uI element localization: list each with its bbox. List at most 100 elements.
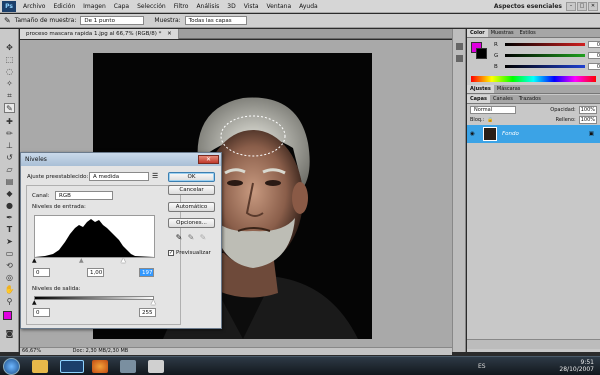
- hand-tool-icon[interactable]: ✋: [4, 285, 15, 295]
- output-black-field[interactable]: 0: [33, 308, 50, 317]
- app-taskbar-icon[interactable]: [148, 360, 164, 373]
- menu-seleccion[interactable]: Selección: [133, 3, 170, 10]
- green-slider[interactable]: [505, 54, 585, 57]
- menu-filtro[interactable]: Filtro: [170, 3, 193, 10]
- input-black-field[interactable]: 0: [33, 268, 50, 277]
- clock[interactable]: 9:51 28/10/2007: [559, 359, 594, 373]
- photos-taskbar-icon[interactable]: [120, 360, 136, 373]
- menu-imagen[interactable]: Imagen: [79, 3, 110, 10]
- gray-eyedropper-icon[interactable]: ✎: [187, 233, 195, 242]
- actions-panel-icon[interactable]: [456, 55, 463, 62]
- auto-button[interactable]: Automático: [168, 202, 215, 212]
- tab-trazados[interactable]: Trazados: [516, 95, 544, 103]
- color-spectrum[interactable]: [471, 76, 596, 82]
- quick-select-tool-icon[interactable]: ✧: [4, 79, 15, 89]
- tab-canales[interactable]: Canales: [490, 95, 516, 103]
- preset-menu-icon[interactable]: ☰: [152, 172, 158, 180]
- output-white-slider[interactable]: ▲: [151, 299, 156, 306]
- tab-capas[interactable]: Capas: [467, 95, 490, 103]
- minimize-button[interactable]: –: [566, 1, 576, 11]
- background-color-chip[interactable]: [476, 48, 487, 59]
- menu-ventana[interactable]: Ventana: [263, 3, 296, 10]
- eraser-tool-icon[interactable]: ▱: [4, 165, 15, 175]
- preview-label[interactable]: Previsualizar: [176, 250, 211, 256]
- marquee-tool-icon[interactable]: ⬚: [4, 55, 15, 65]
- ok-button[interactable]: OK: [168, 172, 215, 182]
- close-tab-icon[interactable]: ✕: [167, 31, 172, 37]
- explorer-taskbar-icon[interactable]: [32, 360, 48, 373]
- type-tool-icon[interactable]: T: [4, 225, 15, 235]
- healing-brush-icon[interactable]: ✚: [4, 117, 15, 127]
- photoshop-taskbar-icon[interactable]: [60, 360, 84, 373]
- output-white-field[interactable]: 255: [139, 308, 156, 317]
- red-value[interactable]: 0: [588, 41, 600, 48]
- input-black-slider[interactable]: ▲: [32, 257, 37, 264]
- menu-capa[interactable]: Capa: [110, 3, 133, 10]
- cancel-button[interactable]: Cancelar: [168, 185, 215, 195]
- blue-slider[interactable]: [505, 65, 585, 68]
- options-button[interactable]: Opciones...: [168, 218, 215, 228]
- menu-vista[interactable]: Vista: [240, 3, 263, 10]
- lasso-tool-icon[interactable]: ◌: [4, 67, 15, 77]
- gradient-tool-icon[interactable]: ▤: [4, 177, 15, 187]
- maximize-button[interactable]: □: [577, 1, 587, 11]
- input-white-slider[interactable]: ▲: [121, 257, 126, 264]
- move-tool-icon[interactable]: ✥: [4, 43, 15, 53]
- firefox-taskbar-icon[interactable]: [92, 360, 108, 373]
- menu-edicion[interactable]: Edición: [49, 3, 79, 10]
- blue-value[interactable]: 0: [588, 63, 600, 70]
- eyedropper-icon[interactable]: ✎: [4, 103, 15, 113]
- crop-tool-icon[interactable]: ⌗: [4, 91, 15, 101]
- input-white-field[interactable]: 197: [139, 268, 154, 277]
- fill-value[interactable]: 100%: [578, 116, 597, 124]
- history-brush-icon[interactable]: ↺: [4, 153, 15, 163]
- document-tab[interactable]: proceso mascara rapida 1.jpg al 66,7% (R…: [20, 29, 179, 39]
- preview-checkbox[interactable]: ✓: [168, 250, 174, 256]
- language-indicator[interactable]: ES: [478, 363, 486, 370]
- layer-row-fondo[interactable]: ◉ Fondo ▣: [467, 125, 600, 143]
- menu-archivo[interactable]: Archivo: [19, 3, 49, 10]
- clone-stamp-icon[interactable]: ⊥: [4, 141, 15, 151]
- white-eyedropper-icon[interactable]: ✎: [199, 233, 207, 242]
- visibility-eye-icon[interactable]: ◉: [470, 131, 475, 137]
- zoom-tool-icon[interactable]: ⚲: [4, 297, 15, 307]
- blend-mode-select[interactable]: Normal: [470, 105, 516, 114]
- menu-ayuda[interactable]: Ayuda: [295, 3, 322, 10]
- opacity-value[interactable]: 100%: [578, 105, 597, 114]
- tab-color[interactable]: Color: [467, 29, 488, 37]
- preset-select[interactable]: A medida: [89, 172, 149, 181]
- shape-tool-icon[interactable]: ▭: [4, 249, 15, 259]
- foreground-color-swatch[interactable]: [3, 311, 12, 320]
- menu-3d[interactable]: 3D: [223, 3, 239, 10]
- menu-analisis[interactable]: Análisis: [192, 3, 223, 10]
- green-value[interactable]: 0: [588, 52, 600, 59]
- layer-name[interactable]: Fondo: [502, 131, 519, 137]
- history-panel-icon[interactable]: [456, 43, 463, 50]
- blur-tool-icon[interactable]: ◆: [4, 189, 15, 199]
- red-slider[interactable]: [505, 43, 585, 46]
- pen-tool-icon[interactable]: ✒: [4, 213, 15, 223]
- zoom-level[interactable]: 66,67%: [22, 348, 41, 354]
- output-black-slider[interactable]: ▲: [32, 299, 37, 306]
- tab-muestras[interactable]: Muestras: [488, 29, 517, 37]
- workspace-switcher[interactable]: Aspectos esenciales: [494, 3, 562, 10]
- sample-size-select[interactable]: De 1 punto: [80, 16, 145, 25]
- 3d-camera-tool-icon[interactable]: ◎: [4, 273, 15, 283]
- dialog-titlebar[interactable]: Niveles ✕: [21, 153, 221, 166]
- eyedropper-tool-icon[interactable]: ✎: [4, 16, 11, 25]
- 3d-rotate-tool-icon[interactable]: ⟲: [4, 261, 15, 271]
- tab-estilos[interactable]: Estilos: [517, 29, 539, 37]
- input-gamma-field[interactable]: 1,00: [87, 268, 104, 277]
- black-eyedropper-icon[interactable]: ✎: [175, 233, 183, 242]
- brush-tool-icon[interactable]: ✏: [4, 129, 15, 139]
- quick-mask-icon[interactable]: ◙: [4, 329, 15, 339]
- close-window-button[interactable]: ✕: [588, 1, 598, 11]
- dialog-close-button[interactable]: ✕: [198, 155, 219, 164]
- lock-icon[interactable]: 🔒: [487, 117, 493, 123]
- channel-select[interactable]: RGB: [55, 191, 113, 200]
- sample-select[interactable]: Todas las capas: [184, 16, 247, 25]
- path-select-tool-icon[interactable]: ➤: [4, 237, 15, 247]
- tab-mascaras[interactable]: Máscaras: [494, 85, 524, 93]
- dodge-tool-icon[interactable]: ●: [4, 201, 15, 211]
- tab-ajustes[interactable]: Ajustes: [467, 85, 494, 93]
